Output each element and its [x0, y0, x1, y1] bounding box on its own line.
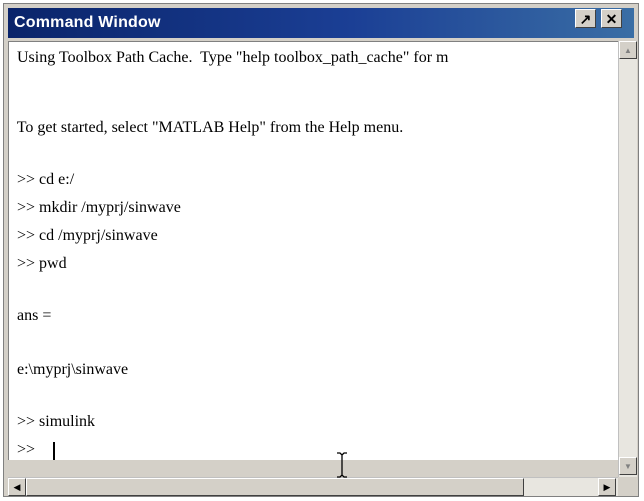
arrow-right-icon: ▶ [603, 481, 611, 492]
arrow-up-icon: ▲ [624, 45, 632, 55]
console-line: >> simulink [17, 413, 96, 430]
console-line: Using Toolbox Path Cache. Type "help too… [9, 49, 449, 66]
scroll-up-button[interactable]: ▲ [619, 41, 637, 59]
scroll-right-button[interactable]: ▶ [598, 478, 616, 496]
scroll-down-button[interactable]: ▼ [619, 457, 637, 475]
undock-button[interactable]: ↗ [575, 9, 596, 28]
undock-arrow-icon: ↗ [579, 10, 592, 27]
scroll-left-button[interactable]: ◀ [8, 478, 26, 496]
console-line: >> cd /myprj/sinwave [17, 227, 158, 244]
close-icon: ✕ [605, 10, 618, 27]
scroll-corner [618, 477, 637, 496]
ibeam-pointer-icon [337, 452, 347, 478]
horizontal-scroll-thumb[interactable] [26, 478, 524, 496]
title-bar[interactable]: Command Window [8, 8, 634, 38]
console-line: e:\myprj\sinwave [17, 361, 129, 378]
arrow-left-icon: ◀ [13, 481, 21, 492]
close-button[interactable]: ✕ [601, 9, 622, 28]
console-prompt[interactable]: >> [17, 440, 39, 460]
console-line: >> pwd [17, 255, 67, 272]
console-line: >> mkdir /myprj/sinwave [17, 199, 181, 216]
console-line: ans = [17, 307, 52, 324]
console-line: >> cd e:/ [17, 171, 75, 188]
command-window: Command Window ↗ ✕ Using Toolbox Path Ca… [3, 3, 639, 497]
console-line: To get started, select "MATLAB Help" fro… [9, 119, 404, 136]
text-cursor [53, 442, 55, 460]
vertical-scrollbar[interactable]: ▲ ▼ [618, 41, 637, 477]
window-title: Command Window [14, 14, 161, 31]
console-output[interactable]: Using Toolbox Path Cache. Type "help too… [8, 41, 619, 460]
horizontal-scrollbar[interactable]: ◀ ▶ [8, 477, 618, 496]
arrow-down-icon: ▼ [624, 461, 632, 471]
